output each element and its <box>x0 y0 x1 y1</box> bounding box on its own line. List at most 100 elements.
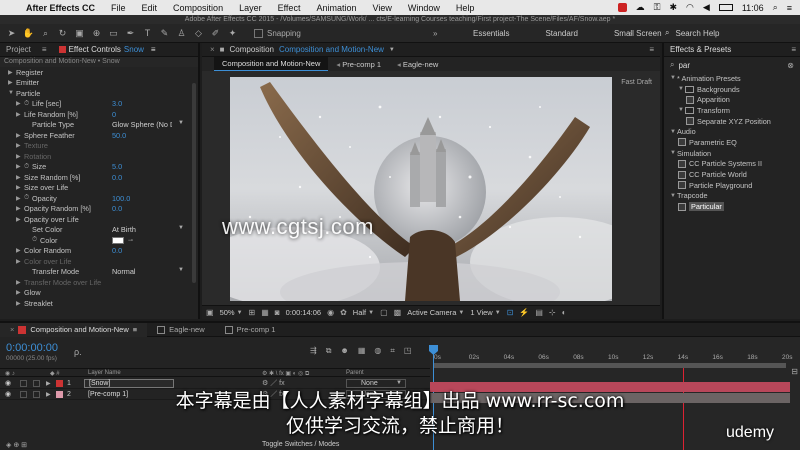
effects-tree-item[interactable]: ▼ Audio <box>664 126 800 137</box>
effect-property-dropdown[interactable]: Normal ▼ <box>112 267 184 276</box>
effects-tree-item[interactable]: Particle Playground <box>664 180 800 191</box>
twirl-closed-icon[interactable]: ▶ <box>16 132 24 139</box>
draft-3d-icon[interactable]: ⧉ <box>326 346 332 356</box>
timeline-icon[interactable]: ▤ <box>535 308 543 317</box>
close-tab-icon[interactable]: × <box>10 325 14 334</box>
effect-property-row[interactable]: ▶ Glow <box>0 288 198 299</box>
twirl-closed-icon[interactable]: ▶ <box>16 195 24 202</box>
comp-mini-flowchart-icon[interactable]: ⇶ <box>310 346 317 356</box>
effects-tree-item[interactable]: Parametric EQ <box>664 137 800 148</box>
twirl-closed-icon[interactable]: ▶ <box>16 174 24 181</box>
puppet-tool-icon[interactable]: ✦ <box>225 27 240 40</box>
show-channel-icon[interactable]: ✿ <box>340 308 347 317</box>
twirl-open-icon[interactable]: ▼ <box>670 150 677 156</box>
zoom-dropdown[interactable]: 50% ▼ <box>220 308 243 317</box>
effect-property-value[interactable]: 3.0 <box>112 99 122 108</box>
effects-tree-item[interactable]: ▼ Trapcode <box>664 191 800 202</box>
reset-exposure-icon[interactable]: ◐ <box>562 308 567 317</box>
panel-scrollbar[interactable] <box>192 83 196 283</box>
workspace-more-icon[interactable]: » <box>628 29 632 38</box>
notification-icon[interactable]: ≡ <box>787 3 792 13</box>
twirl-closed-icon[interactable]: ▶ <box>16 279 24 286</box>
volume-icon[interactable]: ◀ <box>703 2 710 13</box>
lock-icon[interactable]: ■ <box>220 45 225 54</box>
comp-button-icon[interactable]: ⊟ <box>791 367 798 376</box>
twirl-closed-icon[interactable]: ▶ <box>16 258 24 265</box>
effect-property-row[interactable]: ▼ Particle <box>0 88 198 99</box>
effect-property-row[interactable]: ▶ Transfer Mode over Life <box>0 277 198 288</box>
snapping-checkbox[interactable] <box>254 28 263 38</box>
menu-layer[interactable]: Layer <box>231 3 270 13</box>
effects-tree-item[interactable]: ▼ Simulation <box>664 148 800 159</box>
motion-blur-icon[interactable]: ◍ <box>374 346 381 356</box>
comp-tab-precomp[interactable]: ◂ Pre-comp 1 <box>328 58 389 71</box>
spotlight-icon[interactable]: ⌕ <box>773 2 778 13</box>
effects-search-bar[interactable]: ⌕ par ⊗ <box>664 57 800 73</box>
timeline-search-icon[interactable]: ρ. <box>74 347 82 357</box>
panel-menu-icon[interactable]: ≡ <box>151 45 156 54</box>
type-tool-icon[interactable]: T <box>140 27 155 40</box>
effects-tree-item[interactable]: Separate XYZ Position <box>664 116 800 127</box>
effect-property-value[interactable]: 5.0 <box>112 162 122 171</box>
effects-tree-item[interactable]: ▼ * Animation Presets <box>664 73 800 84</box>
tab-effect-controls[interactable]: Effect Controls Snow ≡ <box>53 45 162 54</box>
stopwatch-icon[interactable]: ⏱ <box>24 100 32 108</box>
work-area-bar[interactable] <box>434 363 786 368</box>
effect-property-value[interactable]: 0.0 <box>112 173 122 182</box>
resolution-dropdown[interactable]: Half ▼ <box>353 308 374 317</box>
search-help[interactable]: ⌕ Search Help <box>665 28 720 38</box>
timeline-tab-precomp[interactable]: Pre-comp 1 <box>215 323 286 337</box>
menu-view[interactable]: View <box>364 3 399 13</box>
region-of-interest-icon[interactable]: ▢ <box>380 308 388 317</box>
effects-presets-title[interactable]: Effects & Presets <box>670 45 731 54</box>
composition-dropdown-icon[interactable]: ▼ <box>389 47 395 53</box>
toolbar-expand-icon[interactable]: » <box>433 29 437 38</box>
menu-composition[interactable]: Composition <box>165 3 231 13</box>
effect-property-row[interactable]: ▶ Opacity Random [%] 0.0 <box>0 204 198 215</box>
effect-property-value[interactable]: 0 <box>112 110 116 119</box>
shy-icon[interactable]: ☻ <box>340 346 348 356</box>
stopwatch-icon[interactable]: ⏱ <box>24 194 32 202</box>
twirl-closed-icon[interactable]: ▶ <box>16 100 24 107</box>
hand-tool-icon[interactable]: ✋ <box>21 27 36 40</box>
pixel-aspect-icon[interactable]: ⊡ <box>507 308 514 317</box>
menu-file[interactable]: File <box>103 3 134 13</box>
fast-previews-icon[interactable]: ⚡ <box>519 308 529 317</box>
snapshot-icon[interactable]: ◙ <box>275 308 280 317</box>
eraser-tool-icon[interactable]: ◇ <box>191 27 206 40</box>
expand-layer-switches-icon[interactable]: ◈ ⊕ ⊞ <box>6 441 27 449</box>
effect-property-row[interactable]: ▶ Size over Life <box>0 183 198 194</box>
always-preview-icon[interactable]: ▣ <box>206 308 214 317</box>
camera-snapshot-icon[interactable]: ◉ <box>327 308 334 317</box>
twirl-open-icon[interactable]: ▼ <box>8 90 16 96</box>
stopwatch-icon[interactable]: ⏱ <box>24 163 32 171</box>
parent-header[interactable]: Parent <box>346 370 364 376</box>
twirl-open-icon[interactable]: ▼ <box>678 107 685 113</box>
effect-property-value[interactable]: 50.0 <box>112 131 126 140</box>
close-tab-icon[interactable] <box>58 46 66 53</box>
menu-help[interactable]: Help <box>448 3 483 13</box>
time-ruler[interactable]: 0s 02s 04s 06s 08s 10s 12s 14s 16s 18s 20s <box>430 351 792 363</box>
workspace-essentials[interactable]: Essentials <box>455 29 527 38</box>
effect-property-row[interactable]: ▶ Texture <box>0 141 198 152</box>
panel-menu-icon[interactable]: ≡ <box>133 325 137 334</box>
twirl-open-icon[interactable]: ▼ <box>678 86 685 92</box>
wifi-icon[interactable]: ◠ <box>686 2 694 13</box>
menu-window[interactable]: Window <box>400 3 448 13</box>
menubar-clock[interactable]: 11:06 <box>742 3 764 13</box>
effect-property-row[interactable]: ▶ Opacity over Life <box>0 214 198 225</box>
twirl-closed-icon[interactable]: ▶ <box>16 153 24 160</box>
effect-property-row[interactable]: ▶ ⏱ Size 5.0 <box>0 162 198 173</box>
twirl-closed-icon[interactable]: ▶ <box>8 79 16 86</box>
twirl-closed-icon[interactable]: ▶ <box>16 216 24 223</box>
twirl-closed-icon[interactable]: ▶ <box>16 184 24 191</box>
effects-tree-item[interactable]: ▼ Backgrounds <box>664 84 800 95</box>
twirl-closed-icon[interactable]: ▶ <box>16 163 24 170</box>
panel-menu-icon[interactable]: ≡ <box>791 45 800 54</box>
clone-tool-icon[interactable]: ♙ <box>174 27 189 40</box>
transparency-grid-icon[interactable]: ▩ <box>394 308 402 317</box>
layer-name-header[interactable]: Layer Name <box>88 370 121 376</box>
effect-property-row[interactable]: ▶ Rotation <box>0 151 198 162</box>
rotate-tool-icon[interactable]: ↻ <box>55 27 70 40</box>
twirl-open-icon[interactable]: ▼ <box>670 193 677 199</box>
